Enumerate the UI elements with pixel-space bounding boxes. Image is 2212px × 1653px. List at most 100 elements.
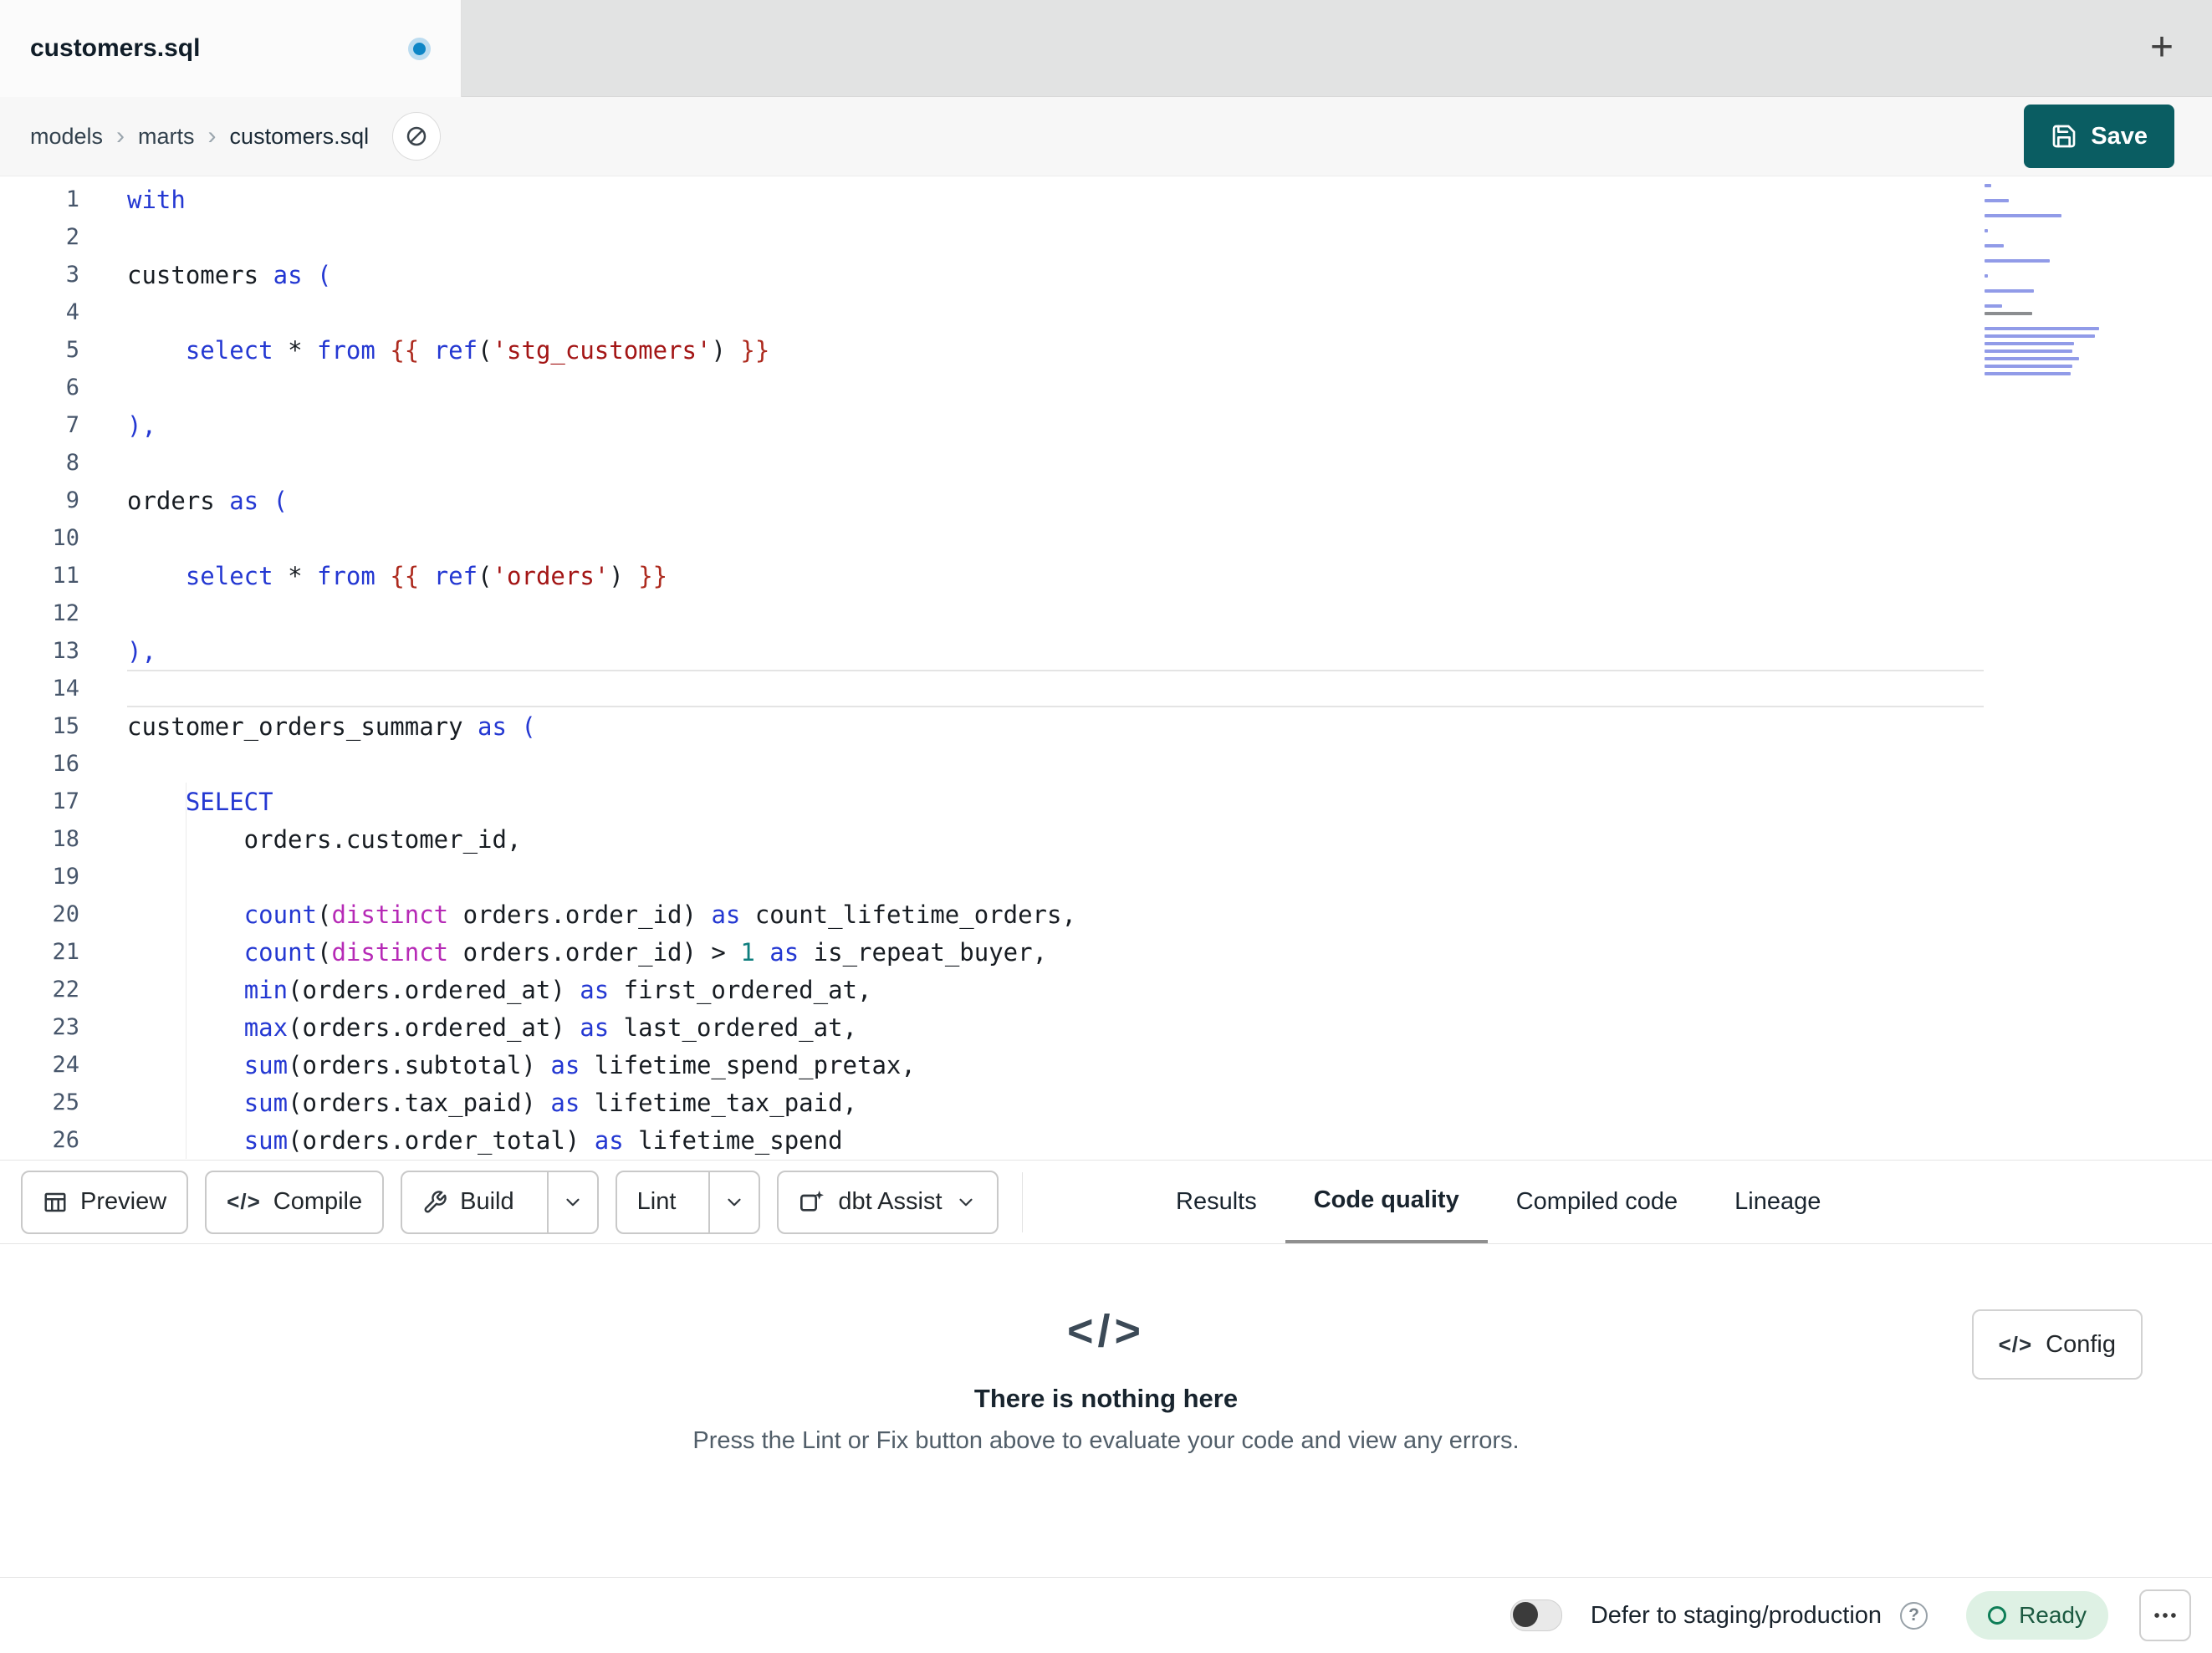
compile-button[interactable]: </> Compile — [205, 1170, 385, 1234]
breadcrumb-models[interactable]: models — [30, 124, 103, 150]
code-line-13[interactable]: 13), — [0, 632, 2212, 670]
results-tabs: Results Code quality Compiled code Linea… — [1147, 1161, 1849, 1243]
minimap-line — [1985, 274, 1989, 278]
line-number: 14 — [52, 676, 79, 702]
code-line-15[interactable]: 15 customer_orders_summary as ( — [0, 707, 2212, 745]
line-number: 13 — [52, 638, 79, 664]
code-line-9[interactable]: 9 orders as ( — [0, 482, 2212, 519]
code-line-2[interactable]: 2 — [0, 218, 2212, 256]
minimap-line — [1985, 342, 2075, 345]
wrench-icon — [422, 1190, 447, 1215]
line-number: 17 — [52, 788, 79, 814]
minimap-line — [1985, 372, 2071, 375]
empty-state: </> There is nothing here Press the Lint… — [0, 1305, 2212, 1455]
line-number: 26 — [52, 1127, 79, 1153]
minimap-line — [1985, 357, 2080, 360]
empty-state-title: There is nothing here — [973, 1384, 1239, 1413]
code-editor[interactable]: 1 with 2 3 customers as (4 5 select * from {{… — [0, 177, 2212, 1160]
code-line-23[interactable]: 23 max(orders.ordered_at) as last_ordere… — [0, 1008, 2212, 1046]
code-text: sum(orders.subtotal) as lifetime_spend_p… — [243, 1050, 916, 1079]
lint-dropdown-button[interactable] — [708, 1171, 759, 1232]
dbt-assist-button[interactable]: dbt Assist — [777, 1170, 999, 1234]
code-line-12[interactable]: 12 — [0, 594, 2212, 632]
line-number: 7 — [65, 412, 79, 438]
status-ring-icon — [1988, 1606, 2007, 1625]
minimap-line — [1985, 289, 2034, 293]
preview-button-label: Preview — [80, 1188, 167, 1215]
chevron-down-icon — [562, 1191, 584, 1213]
tab-compiled-code[interactable]: Compiled code — [1488, 1161, 1706, 1243]
line-number: 2 — [65, 224, 79, 250]
code-text: min(orders.ordered_at) as first_ordered_… — [243, 975, 872, 1004]
code-line-25[interactable]: 25 sum(orders.tax_paid) as lifetime_tax_… — [0, 1084, 2212, 1121]
status-bar: Defer to staging/production ? Ready — [0, 1577, 2212, 1653]
tab-customers-sql[interactable]: customers.sql — [0, 0, 462, 97]
file-action-icon — [404, 124, 429, 149]
code-text: sum(orders.tax_paid) as lifetime_tax_pai… — [243, 1088, 858, 1117]
code-line-14[interactable]: 14 — [0, 670, 2212, 707]
code-line-11[interactable]: 11 select * from {{ ref('orders') }} — [0, 557, 2212, 594]
build-button-main[interactable]: Build — [402, 1172, 534, 1232]
code-line-18[interactable]: 18 orders.customer_id, — [0, 820, 2212, 858]
preview-button[interactable]: Preview — [21, 1170, 189, 1234]
line-number: 9 — [65, 487, 79, 513]
code-line-17[interactable]: 17 SELECT — [0, 783, 2212, 820]
code-line-19[interactable]: 19 — [0, 858, 2212, 895]
table-icon — [43, 1190, 68, 1215]
tab-results[interactable]: Results — [1147, 1161, 1285, 1243]
minimap-line — [1985, 327, 2099, 330]
code-line-21[interactable]: 21 count(distinct orders.order_id) > 1 a… — [0, 933, 2212, 971]
defer-toggle[interactable] — [1510, 1599, 1562, 1631]
lint-button-main[interactable]: Lint — [617, 1172, 697, 1232]
chevron-down-icon — [723, 1191, 745, 1213]
save-button[interactable]: Save — [2024, 105, 2174, 168]
minimap-line — [1985, 259, 2050, 263]
line-number: 10 — [52, 525, 79, 551]
chevron-right-icon: › — [207, 122, 217, 150]
code-line-1[interactable]: 1 with — [0, 181, 2212, 218]
code-text: ), — [127, 411, 156, 440]
code-line-7[interactable]: 7), — [0, 406, 2212, 444]
code-text: count(distinct orders.order_id) as count… — [243, 900, 1076, 929]
overflow-menu-button[interactable] — [2139, 1589, 2191, 1641]
code-text: select * from {{ ref('orders') }} — [185, 561, 668, 590]
code-line-8[interactable]: 8 — [0, 444, 2212, 482]
save-icon — [2051, 123, 2077, 150]
build-button: Build — [401, 1170, 599, 1234]
code-text: sum(orders.order_total) as lifetime_spen… — [243, 1125, 843, 1155]
line-number: 18 — [52, 826, 79, 852]
config-button[interactable]: </> Config — [1971, 1309, 2143, 1380]
code-line-24[interactable]: 24 sum(orders.subtotal) as lifetime_spen… — [0, 1046, 2212, 1084]
build-dropdown-button[interactable] — [546, 1171, 597, 1232]
line-number: 8 — [65, 450, 79, 476]
tab-code-quality[interactable]: Code quality — [1285, 1161, 1488, 1243]
code-text: SELECT — [185, 787, 273, 816]
code-text: customers as ( — [127, 260, 332, 289]
code-line-22[interactable]: 22 min(orders.ordered_at) as first_order… — [0, 971, 2212, 1008]
code-line-5[interactable]: 5 select * from {{ ref('stg_customers') … — [0, 331, 2212, 369]
file-action-button[interactable] — [392, 112, 442, 161]
help-icon[interactable]: ? — [1900, 1601, 1928, 1630]
code-line-20[interactable]: 20 count(distinct orders.order_id) as co… — [0, 895, 2212, 933]
breadcrumb-file: customers.sql — [229, 123, 370, 149]
breadcrumb-marts[interactable]: marts — [138, 124, 195, 150]
minimap-line — [1985, 349, 2072, 353]
minimap-line — [1985, 304, 2002, 308]
code-line-4[interactable]: 4 — [0, 293, 2212, 331]
code-line-3[interactable]: 3 customers as ( — [0, 256, 2212, 293]
unsaved-indicator-dot — [408, 37, 431, 60]
code-line-26[interactable]: 26 sum(orders.order_total) as lifetime_s… — [0, 1121, 2212, 1159]
code-text: ), — [127, 636, 156, 666]
code-text: with — [127, 185, 186, 214]
tab-lineage[interactable]: Lineage — [1706, 1161, 1849, 1243]
new-tab-button[interactable]: + — [2135, 20, 2189, 74]
code-line-16[interactable]: 16 — [0, 745, 2212, 783]
code-icon: </> — [1998, 1331, 2033, 1357]
code-line-10[interactable]: 10 — [0, 519, 2212, 557]
line-number: 16 — [52, 751, 79, 777]
code-line-6[interactable]: 6 — [0, 369, 2212, 406]
tab-title: customers.sql — [30, 34, 201, 62]
minimap[interactable] — [1985, 184, 2112, 380]
line-number: 25 — [52, 1089, 79, 1115]
breadcrumb-bar: models › marts › customers.sql Save — [0, 97, 2212, 176]
